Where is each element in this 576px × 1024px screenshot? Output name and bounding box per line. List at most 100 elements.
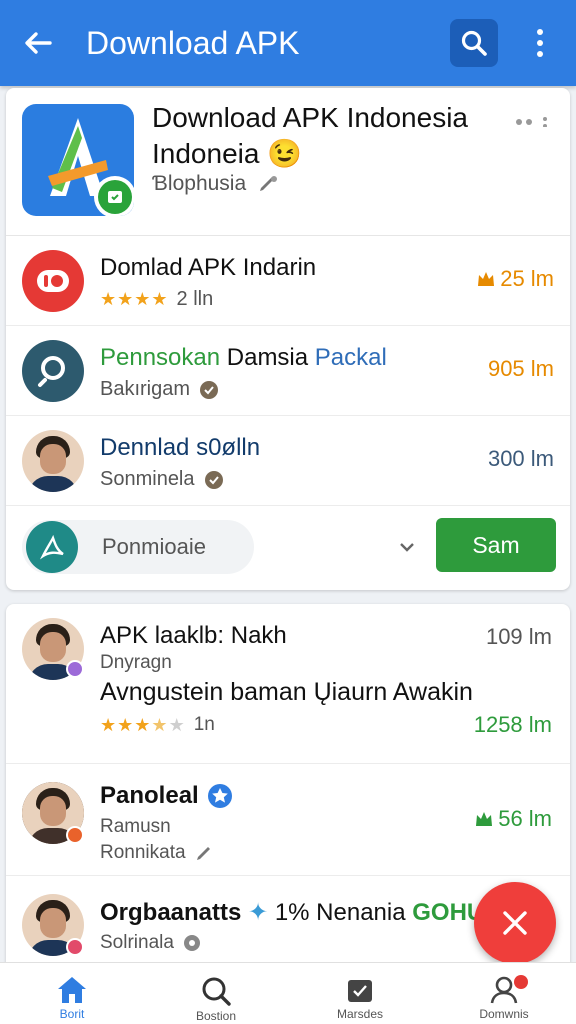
star-rating: ★★★★★	[100, 714, 186, 735]
nav-item-profile[interactable]: Domwnis	[432, 963, 576, 1024]
item-subtitle: Sonminela	[100, 468, 225, 491]
featured-app-developer: Ɓlophusia	[152, 172, 247, 195]
list-item[interactable]: APK laaklb: Nakh Dnyragn Avngustein bama…	[6, 604, 570, 764]
featured-app-title: Download APK Indonesia Indoneia 😉	[152, 102, 468, 169]
item-size: 905 lm	[487, 356, 554, 381]
item-title-extra: 1% Nenania	[274, 899, 406, 926]
verified-icon	[200, 380, 219, 399]
rating-count: 1n	[193, 714, 215, 735]
verified-badge	[94, 176, 134, 216]
nav-item-home[interactable]: Borit	[0, 963, 144, 1024]
featured-more-button[interactable]	[512, 110, 552, 134]
title-part: Packal	[308, 344, 387, 371]
item-title-text: Orgbaanatts	[100, 899, 242, 926]
item-subtitle: Ramusn	[100, 816, 171, 837]
list-item[interactable]: Panoleal Ramusn Ronnikata 56 lm	[6, 764, 570, 876]
item-title: APK laaklb: Nakh	[100, 622, 287, 649]
bottom-navigation: Borit Bostion Marsdes Domwnis	[0, 962, 576, 1024]
search-button[interactable]	[450, 19, 498, 67]
item-subtitle-text: Solrinala	[100, 932, 174, 953]
title-part: Damsia	[220, 344, 309, 371]
featured-app-header[interactable]: Download APK Indonesia Indoneia 😉 Ɓlophu…	[6, 88, 570, 236]
record-icon	[37, 270, 69, 292]
nav-label: Marsdes	[336, 1007, 383, 1021]
nav-label: Bostion	[195, 1009, 237, 1023]
person-photo	[22, 430, 84, 492]
list-item[interactable]: Pennsokan Damsia Packal Bakırigam 905 lm	[6, 326, 570, 416]
app-icon	[22, 340, 84, 402]
featured-app-subtitle: Ɓlophusia	[152, 172, 280, 196]
item-rating: ★★★★★ 1n	[100, 714, 215, 736]
submit-button[interactable]: Sam	[436, 518, 556, 572]
item-downloads: 1258 lm	[473, 712, 552, 737]
home-icon	[58, 977, 86, 1003]
item-location: Ronnikata	[100, 842, 216, 864]
app-bar: Download APK	[0, 0, 576, 86]
nav-item-downloads[interactable]: Marsdes	[288, 963, 432, 1024]
item-title: Domlad APK Indarin	[100, 254, 317, 281]
search-icon	[461, 30, 487, 56]
status-dot	[66, 826, 84, 844]
action-bar: Ponmioaie Sam	[6, 506, 570, 590]
magnifier-icon	[38, 356, 65, 387]
verified-badge-icon	[207, 784, 232, 808]
list-item[interactable]: Domlad APK Indarin ★★★★ 2 lln 25 lm	[6, 236, 570, 326]
chat-icon	[183, 935, 200, 951]
item-size: 56 lm	[498, 806, 552, 831]
item-title: Panoleal	[100, 782, 233, 810]
edit-icon	[196, 847, 210, 860]
item-title: Pennsokan Damsia Packal	[100, 344, 387, 372]
tag-icon	[476, 812, 493, 826]
item-subtitle: Bakırigam	[100, 378, 220, 401]
item-title: Orgbaanatts ✦ 1% Nenania GOHUIP	[100, 899, 507, 926]
back-button[interactable]	[16, 21, 60, 65]
crown-icon	[478, 272, 495, 286]
item-meta: 56 lm	[474, 806, 552, 832]
chevron-down-icon	[400, 543, 414, 552]
star-rating: ★★★★	[100, 289, 169, 309]
pdf-icon	[39, 534, 64, 560]
category-dropdown[interactable]: Ponmioaie	[22, 520, 254, 574]
item-title: Dennlad s0ølln	[100, 434, 261, 461]
dropdown-label: Ponmioaie	[102, 534, 206, 559]
notification-dot	[514, 975, 528, 989]
item-size: 109 lm	[485, 624, 552, 649]
box-icon	[348, 980, 372, 1002]
item-subtitle: Solrinala	[100, 932, 202, 954]
featured-card: Download APK Indonesia Indoneia 😉 Ɓlophu…	[6, 88, 570, 590]
item-size: 25 lm	[500, 266, 554, 291]
nav-label: Domwnis	[479, 1007, 529, 1021]
expand-button[interactable]	[396, 536, 418, 558]
item-rating: ★★★★ 2 lln	[100, 288, 213, 311]
check-icon	[108, 191, 122, 203]
item-meta: 25 lm	[476, 266, 554, 292]
nav-item-search[interactable]: Bostion	[144, 963, 288, 1024]
app-icon	[26, 521, 78, 573]
item-subtitle-text: Sonminela	[100, 468, 195, 490]
app-icon	[22, 250, 84, 312]
search-icon	[202, 977, 231, 1006]
item-size: 300 lm	[487, 446, 554, 471]
overflow-menu-button[interactable]	[526, 19, 554, 67]
title-part: Pennsokan	[100, 344, 221, 371]
avatar	[22, 430, 84, 492]
item-subtitle-text: Bakırigam	[100, 378, 191, 400]
status-dot	[66, 938, 84, 956]
rating-count: 2 lln	[176, 288, 214, 310]
close-icon	[503, 911, 527, 935]
more-vertical-icon	[537, 29, 543, 57]
page-title: Download APK	[86, 24, 300, 61]
list-item[interactable]: Dennlad s0ølln Sonminela 300 lm	[6, 416, 570, 506]
more-horizontal-icon	[516, 117, 547, 127]
nav-label: Borit	[59, 1007, 85, 1021]
item-subtitle: Dnyragn	[100, 652, 172, 673]
item-description: Avngustein baman Ųiaurn Awakin	[100, 678, 473, 706]
item-title-text: Panoleal	[100, 782, 199, 809]
edit-icon	[260, 176, 278, 191]
verified-icon	[204, 470, 223, 489]
app-logo	[22, 104, 134, 216]
status-dot	[66, 660, 84, 678]
arrow-left-icon	[25, 32, 52, 54]
item-location-text: Ronnikata	[100, 842, 186, 863]
close-fab-button[interactable]	[474, 882, 556, 964]
